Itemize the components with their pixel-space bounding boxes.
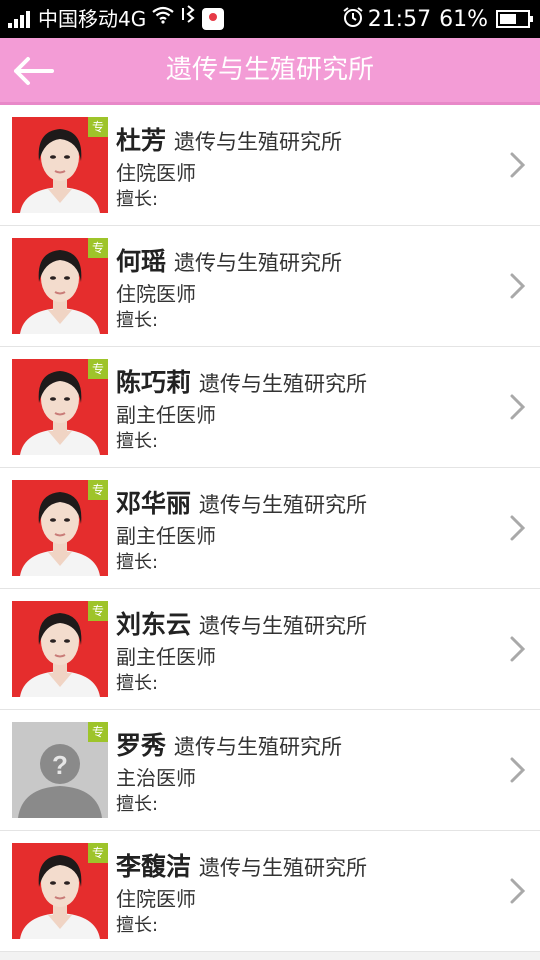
doctor-list-item[interactable]: 专 何瑶 遗传与生殖研究所 住院医师 擅长:: [0, 226, 540, 347]
chevron-right-icon: [510, 152, 526, 178]
doctor-name-line: 何瑶 遗传与生殖研究所: [116, 242, 342, 278]
doctor-photo: 专: [12, 359, 108, 455]
doctor-title: 住院医师: [116, 282, 196, 306]
doctor-photo: 专: [12, 117, 108, 213]
doctor-name-line: 邓华丽 遗传与生殖研究所: [116, 484, 367, 520]
svg-text:?: ?: [52, 750, 68, 780]
doctor-name-line: 刘东云 遗传与生殖研究所: [116, 605, 367, 641]
doctor-photo: 专: [12, 601, 108, 697]
vibrate-icon: [180, 0, 196, 38]
doctor-title: 副主任医师: [116, 645, 216, 669]
doctor-title: 住院医师: [116, 161, 196, 185]
chevron-right-icon: [510, 636, 526, 662]
wifi-icon: [152, 0, 174, 38]
doctor-list-item[interactable]: 专 陈巧莉 遗传与生殖研究所 副主任医师 擅长:: [0, 347, 540, 468]
chevron-right-icon: [510, 273, 526, 299]
doctor-name: 李馥洁: [116, 852, 192, 881]
expert-badge: 专: [88, 359, 108, 379]
battery-percent: 61%: [439, 6, 488, 32]
alarm-icon: [342, 6, 364, 32]
expert-badge: 专: [88, 117, 108, 137]
doctor-name: 何瑶: [116, 247, 167, 276]
doctor-list-item[interactable]: ? 专 罗秀 遗传与生殖研究所 主治医师 擅长:: [0, 710, 540, 831]
doctor-photo: 专: [12, 843, 108, 939]
doctor-department: 遗传与生殖研究所: [174, 735, 343, 759]
doctor-specialty-label: 擅长:: [116, 915, 159, 936]
doctor-department: 遗传与生殖研究所: [174, 130, 343, 154]
map-app-icon: [202, 8, 225, 30]
doctor-list-item[interactable]: 专 邓华丽 遗传与生殖研究所 副主任医师 擅长:: [0, 468, 540, 589]
doctor-name: 邓华丽: [116, 489, 192, 518]
carrier-label: 中国移动4G: [38, 7, 147, 31]
chevron-right-icon: [510, 757, 526, 783]
expert-badge: 专: [88, 601, 108, 621]
doctor-photo: 专: [12, 480, 108, 576]
chevron-right-icon: [510, 878, 526, 904]
battery-icon: [496, 10, 533, 28]
clock: 21:57: [367, 6, 432, 32]
doctor-department: 遗传与生殖研究所: [199, 614, 368, 638]
doctor-department: 遗传与生殖研究所: [174, 251, 343, 275]
doctor-specialty-label: 擅长:: [116, 431, 159, 452]
doctor-list: 专 杜芳 遗传与生殖研究所 住院医师 擅长: 专 何瑶 遗传与生殖研究所 住院医师 …: [0, 105, 540, 952]
doctor-name-line: 罗秀 遗传与生殖研究所: [116, 726, 342, 762]
doctor-name: 陈巧莉: [116, 368, 192, 397]
doctor-title: 主治医师: [116, 766, 196, 790]
status-bar-right: 21:57 61%: [342, 0, 533, 38]
doctor-title: 住院医师: [116, 887, 196, 911]
page-title: 遗传与生殖研究所: [165, 55, 374, 85]
doctor-list-item[interactable]: 专 刘东云 遗传与生殖研究所 副主任医师 擅长:: [0, 589, 540, 710]
signal-icon: [8, 10, 32, 28]
doctor-list-item[interactable]: 专 李馥洁 遗传与生殖研究所 住院医师 擅长:: [0, 831, 540, 952]
app-header: 遗传与生殖研究所: [0, 38, 540, 105]
doctor-specialty-label: 擅长:: [116, 310, 159, 331]
doctor-title: 副主任医师: [116, 403, 216, 427]
chevron-right-icon: [510, 394, 526, 420]
doctor-department: 遗传与生殖研究所: [199, 372, 368, 396]
expert-badge: 专: [88, 480, 108, 500]
doctor-specialty-label: 擅长:: [116, 189, 159, 210]
expert-badge: 专: [88, 843, 108, 863]
doctor-department: 遗传与生殖研究所: [199, 493, 368, 517]
doctor-name-line: 陈巧莉 遗传与生殖研究所: [116, 363, 367, 399]
doctor-specialty-label: 擅长:: [116, 794, 159, 815]
doctor-name: 杜芳: [116, 126, 167, 155]
chevron-right-icon: [510, 515, 526, 541]
battery-fill: [500, 14, 516, 24]
status-bar-left: 中国移动4G: [8, 0, 225, 38]
doctor-title: 副主任医师: [116, 524, 216, 548]
expert-badge: 专: [88, 722, 108, 742]
expert-badge: 专: [88, 238, 108, 258]
doctor-department: 遗传与生殖研究所: [199, 856, 368, 880]
doctor-photo: 专: [12, 238, 108, 334]
doctor-name-line: 杜芳 遗传与生殖研究所: [116, 121, 342, 157]
doctor-list-item[interactable]: 专 杜芳 遗传与生殖研究所 住院医师 擅长:: [0, 105, 540, 226]
doctor-photo-placeholder: ? 专: [12, 722, 108, 818]
doctor-specialty-label: 擅长:: [116, 673, 159, 694]
doctor-name: 罗秀: [116, 731, 167, 760]
doctor-name: 刘东云: [116, 610, 192, 639]
doctor-name-line: 李馥洁 遗传与生殖研究所: [116, 847, 367, 883]
doctor-specialty-label: 擅长:: [116, 552, 159, 573]
status-bar: 中国移动4G 21:57 61%: [0, 0, 540, 38]
